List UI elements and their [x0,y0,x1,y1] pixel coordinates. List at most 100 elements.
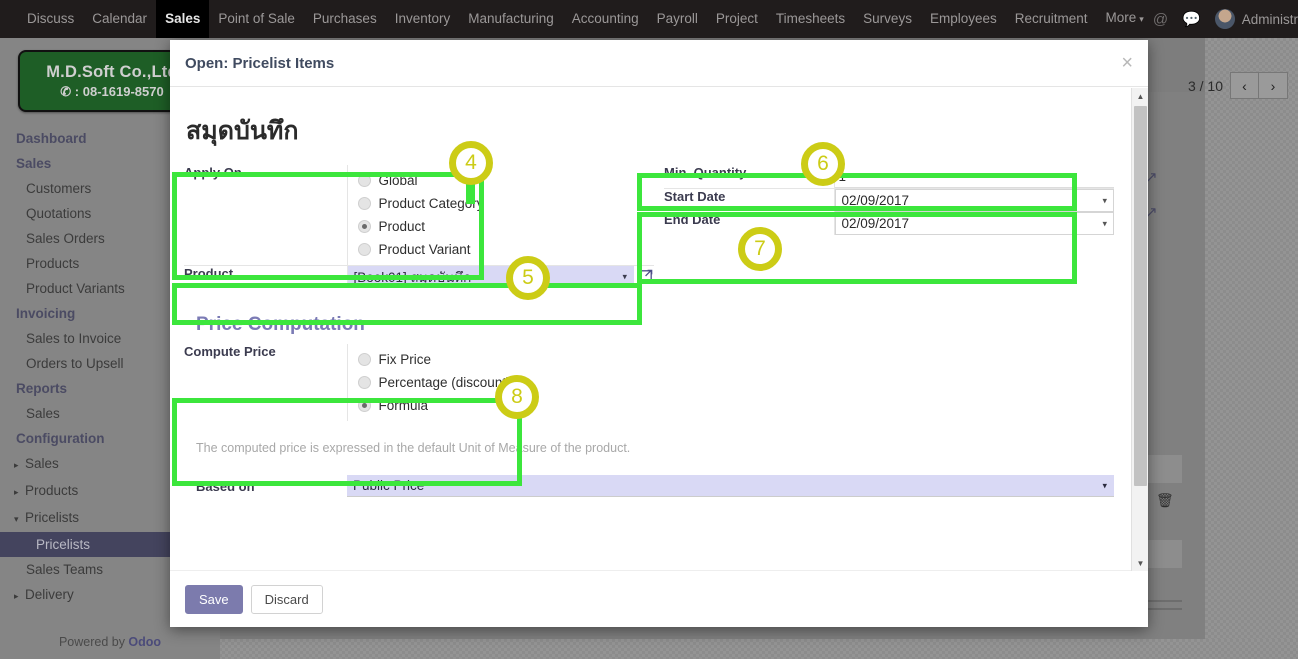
computed-price-helper-text: The computed price is expressed in the d… [196,441,1114,455]
scroll-up-icon[interactable]: ▲ [1132,88,1149,104]
nav-item-discuss[interactable]: Discuss [18,0,83,38]
nav-item-more[interactable]: More▾ [1097,0,1153,39]
nav-item-label: Discuss [27,11,74,26]
nav-item-project[interactable]: Project [707,0,767,38]
radio-button-formula[interactable] [358,399,371,412]
annotation-badge-number-6: 6 [817,152,829,176]
sidebar-item-label: Sales Teams [26,562,103,577]
chevron-right-icon: ▸ [14,456,25,475]
sidebar-item-label: Customers [26,181,91,196]
product-many2one: [Book01] สมุดบันทึก ▾ [348,266,655,288]
sidebar-item-label: Orders to Upsell [26,356,124,371]
radio-option-product[interactable]: Product [358,215,655,238]
chevron-down-icon: ▾ [1102,218,1107,229]
radio-button-product-variant[interactable] [358,243,371,256]
nav-item-calendar[interactable]: Calendar [83,0,156,38]
chevron-down-icon: ▾ [14,510,25,529]
radio-button-fix-price[interactable] [358,353,371,366]
based-on-select[interactable]: Public Price ▾ [347,475,1114,497]
based-on-label: Based on [184,479,347,494]
nav-item-label: Inventory [395,11,451,26]
nav-item-inventory[interactable]: Inventory [386,0,460,38]
pager-prev-icon[interactable]: ‹ [1230,72,1259,99]
nav-item-surveys[interactable]: Surveys [854,0,921,38]
nav-item-manufacturing[interactable]: Manufacturing [459,0,563,38]
nav-item-label: Timesheets [776,11,845,26]
dialog-footer: Save Discard [170,570,1148,627]
form-column-left: Apply On GlobalProduct CategoryProductPr… [184,165,654,288]
chevron-down-icon: ▾ [1102,480,1107,491]
sidebar-item-label: Products [26,256,79,271]
radio-label: Product Variant [379,242,471,257]
radio-button-global[interactable] [358,174,371,187]
nav-item-label: Point of Sale [218,11,295,26]
form-column-right: Min. Quantity Start Date 02/09/2017 [664,165,1114,288]
nav-item-employees[interactable]: Employees [921,0,1006,38]
powered-by: Powered by Odoo [0,635,220,649]
annotation-badge-5: 5 [506,256,550,300]
nav-item-recruitment[interactable]: Recruitment [1006,0,1097,38]
start-date-row: Start Date 02/09/2017 ▾ [664,189,1114,213]
nav-item-label: Calendar [92,11,147,26]
apply-on-label: Apply On [184,165,347,266]
nav-item-label: Surveys [863,11,912,26]
chevron-down-icon: ▾ [1139,14,1144,24]
chevron-right-icon: ▸ [14,587,25,606]
nav-item-sales[interactable]: Sales [156,0,209,38]
scroll-down-icon[interactable]: ▼ [1132,555,1149,571]
radio-option-product-variant[interactable]: Product Variant [358,238,655,261]
radio-option-global[interactable]: Global [358,169,655,192]
product-label: Product [184,266,347,289]
radio-option-fix-price[interactable]: Fix Price [358,348,655,371]
close-icon[interactable]: × [1121,53,1133,73]
based-on-value: Public Price [353,478,424,493]
nav-item-payroll[interactable]: Payroll [648,0,707,38]
user-name: Administrator [1242,12,1298,27]
product-input[interactable]: [Book01] สมุดบันทึก [348,266,635,288]
product-external-link-icon[interactable] [639,268,654,286]
pager-next-icon[interactable]: › [1259,72,1288,99]
nav-item-label: Accounting [572,11,639,26]
chat-bubble-icon[interactable]: 💬 [1182,10,1201,28]
background-cell-2 [1148,540,1182,568]
save-button[interactable]: Save [185,585,243,614]
navbar-right: @ 💬 Administrator [1153,9,1298,29]
dialog-scrollbar[interactable]: ▲ ▼ [1131,88,1148,571]
radio-option-product-category[interactable]: Product Category [358,192,655,215]
product-row: Product [Book01] สมุดบันทึก ▾ [184,266,654,289]
mention-icon[interactable]: @ [1153,11,1168,28]
min-quantity-input[interactable] [835,165,1115,188]
annotation-badge-7: 7 [738,227,782,271]
sidebar-item-label: Products [25,483,78,498]
scrollbar-thumb[interactable] [1134,106,1147,486]
nav-item-timesheets[interactable]: Timesheets [767,0,854,38]
nav-item-label: Employees [930,11,997,26]
chevron-down-icon: ▾ [1102,195,1107,206]
radio-button-product[interactable] [358,220,371,233]
radio-label: Fix Price [379,352,432,367]
nav-item-label: Purchases [313,11,377,26]
annotation-badge-number-5: 5 [522,266,534,290]
nav-item-label: Project [716,11,758,26]
compute-price-group: Compute Price Fix PricePercentage (disco… [184,344,654,421]
nav-item-purchases[interactable]: Purchases [304,0,386,38]
sidebar-item-label: Sales [26,406,60,421]
nav-item-accounting[interactable]: Accounting [563,0,648,38]
pricelist-item-dialog: Open: Pricelist Items × สมุดบันทึก Apply… [170,40,1148,627]
sidebar-item-label: Sales to Invoice [26,331,121,346]
product-input-wrap[interactable]: [Book01] สมุดบันทึก ▾ [348,266,635,288]
start-date-field: 02/09/2017 ▾ [834,189,1114,213]
screen-root: ↗ ↗ 🗑 3 / 10 ‹ › DiscussCalendarSalesPoi… [0,0,1298,659]
discard-button[interactable]: Discard [251,585,323,614]
user-menu[interactable]: Administrator [1215,9,1298,29]
end-date-input[interactable]: 02/09/2017 ▾ [835,212,1115,235]
top-navbar: Discuss Calendar Sales Point of Sale Purchas… [0,0,1298,38]
apply-on-radio-group: GlobalProduct CategoryProduct Product Var… [348,165,655,265]
sidebar-item-label: Pricelists [36,537,90,552]
nav-item-point-of-sale[interactable]: Point of Sale [209,0,304,38]
radio-button-product-category[interactable] [358,197,371,210]
end-date-row: End Date 02/09/2017 ▾ [664,212,1114,235]
start-date-input[interactable]: 02/09/2017 ▾ [835,189,1115,212]
powered-brand: Odoo [128,635,161,649]
radio-button-percentage-discount-[interactable] [358,376,371,389]
